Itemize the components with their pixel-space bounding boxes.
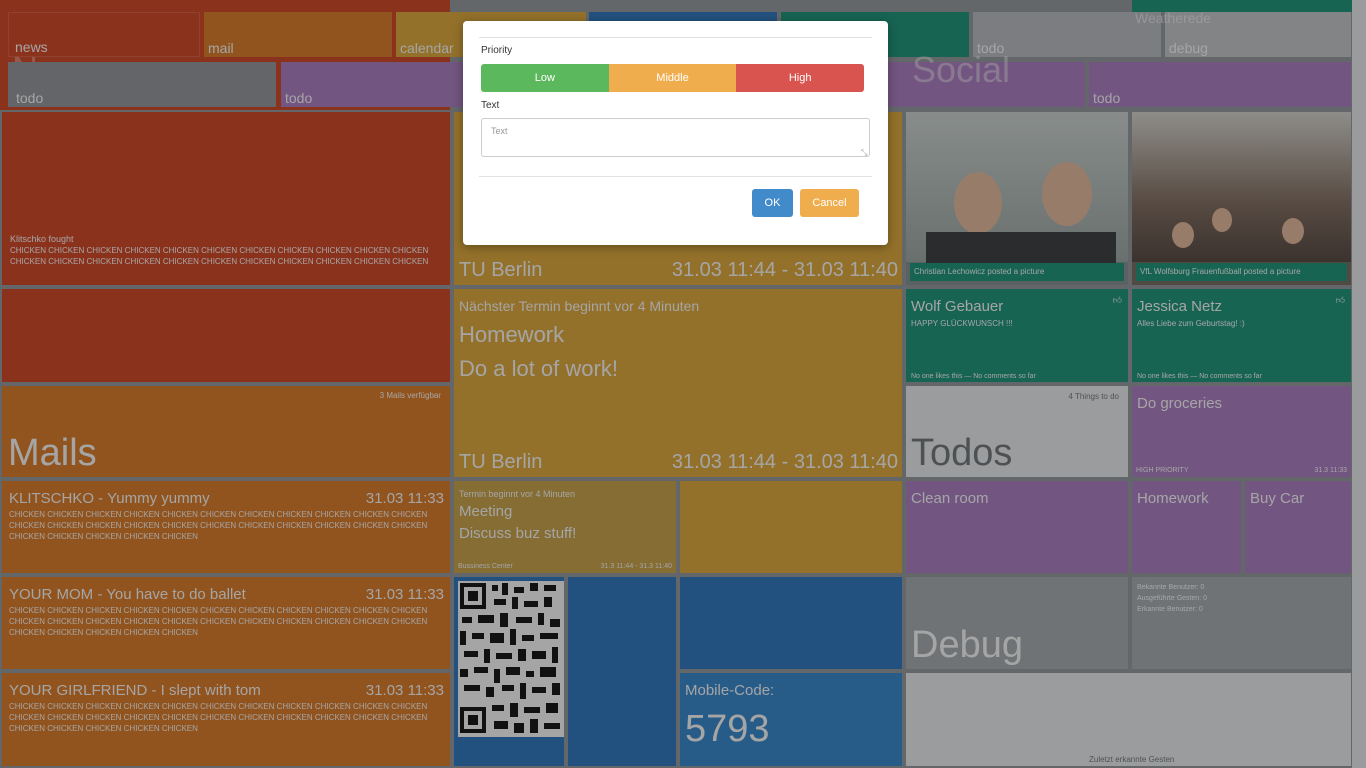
modal-divider	[479, 37, 872, 38]
priority-high-button[interactable]: High	[736, 64, 865, 92]
text-label: Text	[481, 100, 500, 111]
add-todo-dialog: Priority Low Middle High Text Text ⤡ OK …	[463, 21, 888, 245]
todo-text-input[interactable]: Text	[481, 118, 870, 157]
modal-divider	[479, 176, 872, 177]
priority-low-button[interactable]: Low	[481, 64, 609, 92]
priority-label: Priority	[481, 45, 513, 56]
ok-button[interactable]: OK	[752, 189, 793, 217]
priority-middle-button[interactable]: Middle	[608, 64, 737, 92]
cancel-button[interactable]: Cancel	[800, 189, 859, 217]
resize-handle-icon[interactable]: ⤡	[861, 148, 867, 158]
priority-selector: Low Middle High	[481, 64, 865, 92]
